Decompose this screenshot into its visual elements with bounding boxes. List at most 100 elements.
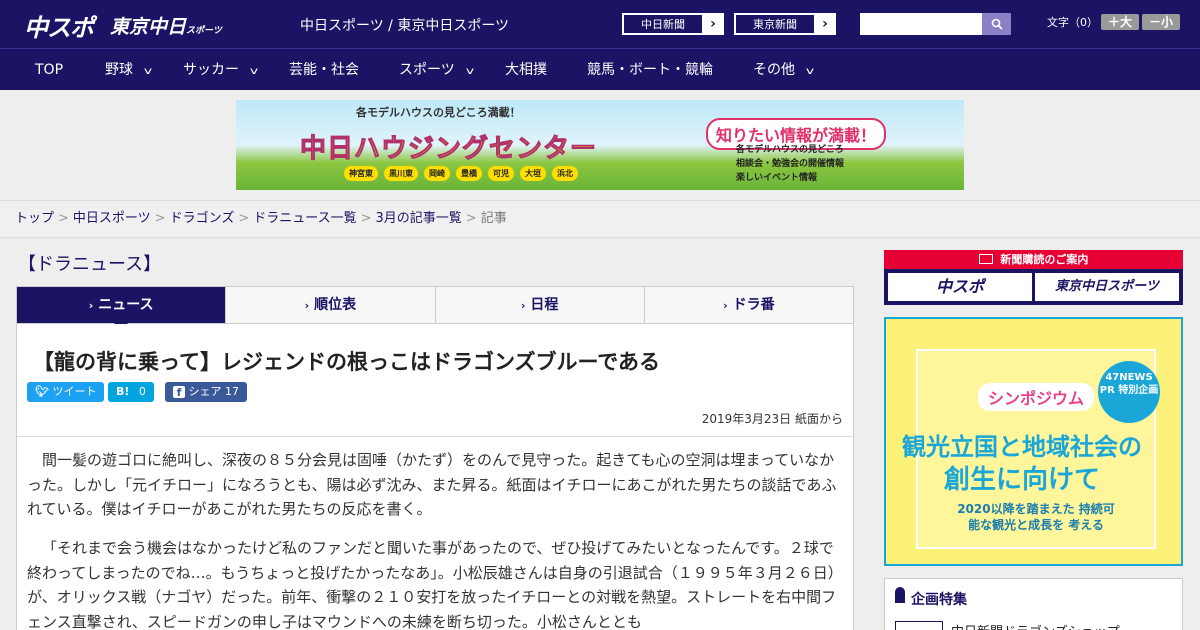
tab-dora-ban[interactable]: › ドラ番 [644, 287, 853, 323]
banner-bullet: 相談会・勉強会の開催情報 [736, 159, 845, 169]
site-header: 中スポ 東京中日スポーツ 中日スポーツ / 東京中日スポーツ 中日新聞 › 東京… [0, 0, 1200, 48]
town-badge: 豊橋 [456, 166, 482, 181]
nav-item-baseball[interactable]: 野球 v [105, 49, 153, 91]
article-paragraph: 間一髪の遊ゴロに絶叫し、深夜の８５分会見は固唾（かたず）をのんで見守った。起きて… [27, 451, 837, 518]
breadcrumb-link[interactable]: ドラニュース一覧 [253, 211, 356, 226]
breadcrumb-link[interactable]: 中日スポーツ [73, 211, 151, 226]
banner-town-list: 神宮東 黒川東 岡崎 豊橋 可児 大垣 浜北 [344, 166, 578, 181]
search-button[interactable] [982, 13, 1011, 35]
divider [17, 436, 853, 437]
twitter-icon: 🐦︎ [35, 385, 49, 398]
article-headline: 【龍の背に乗って】レジェンドの根っこはドラゴンズブルーである [33, 350, 661, 374]
tokyo-logo-text: 東京中日 [110, 16, 187, 38]
nav-label: 競馬・ボート・競輪 [587, 62, 713, 78]
search-icon [991, 18, 1003, 30]
town-badge: 浜北 [552, 166, 578, 181]
facebook-share-button[interactable]: f シェア 17 [165, 382, 247, 402]
facebook-share-label: シェア [188, 385, 222, 398]
hatena-bookmark-button[interactable]: B! 0 [108, 382, 154, 402]
feature-title: 企画特集 [911, 592, 967, 608]
facebook-share-count: 17 [225, 385, 239, 398]
ad-subtext: 2020以降を踏まえた 持続可能な観光と成長を 考える [957, 502, 1115, 532]
tokyo-chunichi-logo[interactable]: 東京中日スポーツ [110, 12, 222, 39]
chevron-down-icon: v [143, 66, 153, 77]
tab-label: 日程 [530, 297, 559, 313]
breadcrumb-separator: > [238, 211, 250, 226]
shop-thumbnail [895, 621, 943, 630]
site-name[interactable]: 中日スポーツ / 東京中日スポーツ [300, 15, 509, 35]
banner-bullet: 各モデルハウスの見どころ [736, 145, 844, 155]
tweet-label: ツイート [52, 385, 97, 398]
hatena-icon: B! [116, 385, 130, 398]
feature-box: 企画特集 中日新聞ドラゴンズショップ [884, 578, 1183, 630]
chevron-down-icon: v [465, 66, 474, 77]
tab-standings[interactable]: › 順位表 [226, 287, 436, 323]
font-size-down-button[interactable]: －小 [1142, 14, 1180, 30]
subscription-box: 新聞購読のご案内 中スポ 東京中日スポーツ [884, 250, 1183, 305]
breadcrumb: トップ > 中日スポーツ > ドラゴンズ > ドラニュース一覧 >3月の記事一覧 > 記事 [0, 200, 1200, 238]
chevron-right-icon: › [822, 16, 828, 32]
main-nav: TOP 野球 v サッカー v 芸能・社会 スポーツ v 大相撲 競馬・ボート・競輪 … [0, 48, 1200, 90]
font-size-label: 文字（0） [1047, 16, 1098, 29]
chuspo-subscribe-link[interactable]: 中スポ [888, 273, 1032, 301]
town-badge: 岡崎 [424, 166, 450, 181]
breadcrumb-separator: > [154, 211, 166, 226]
tokyo-shimbun-button[interactable]: 東京新聞 › [734, 13, 836, 35]
feature-item-link[interactable]: 中日新聞ドラゴンズショップ [951, 621, 1120, 630]
tab-label: ドラ番 [732, 297, 775, 313]
nav-label: 芸能・社会 [289, 62, 359, 78]
ad-headline-1: 観光立国と地域社会の [902, 433, 1142, 461]
nav-item-other[interactable]: その他 v [753, 49, 815, 91]
nav-label: 大相撲 [505, 62, 547, 78]
ad-pr-badge: 47NEWS PR 特別企画 [1098, 361, 1160, 423]
breadcrumb-link[interactable]: ドラゴンズ [170, 211, 235, 226]
town-badge: 大垣 [520, 166, 546, 181]
nav-item-sports[interactable]: スポーツ v [399, 49, 474, 91]
subscription-heading[interactable]: 新聞購読のご案内 [884, 250, 1183, 269]
article-paragraph: 「それまで会う機会はなかったけど私のファンだと聞いた事があったので、ぜひ投げてみ… [27, 539, 843, 630]
tokyo-logo-sub: スポーツ [186, 26, 222, 36]
search-input[interactable] [860, 13, 982, 35]
chuspo-logo[interactable]: 中スポ [24, 8, 94, 43]
tab-schedule[interactable]: › 日程 [435, 287, 645, 323]
nav-item-racing[interactable]: 競馬・ボート・競輪 [587, 49, 713, 91]
banner-subtitle: 各モデルハウスの見どころ満載！ [356, 106, 521, 119]
tourism-symposium-ad[interactable]: シンポジウム 47NEWS PR 特別企画 観光立国と地域社会の 創生に向けて … [884, 317, 1183, 566]
article-date: 2019年3月23日 紙面から [701, 412, 843, 426]
nav-item-soccer[interactable]: サッカー v [183, 49, 259, 91]
facebook-icon: f [173, 386, 185, 399]
breadcrumb-link[interactable]: トップ [15, 211, 54, 226]
article: 【龍の背に乗って】レジェンドの根っこはドラゴンズブルーである 🐦︎ ツイート B… [16, 324, 854, 630]
dragons-tab-bar: › ニュース › 順位表 › 日程 › ドラ番 [16, 286, 854, 331]
nav-label: 野球 [105, 62, 133, 78]
tab-label: 順位表 [314, 297, 357, 313]
nav-item-sumo[interactable]: 大相撲 [505, 49, 547, 91]
section-title: 【ドラニュース】 [18, 254, 162, 275]
nav-label: スポーツ [399, 62, 455, 78]
tab-news[interactable]: › ニュース [17, 287, 227, 331]
nav-label: サッカー [183, 62, 239, 78]
chevron-right-icon: › [88, 299, 94, 312]
chunichi-shimbun-button[interactable]: 中日新聞 › [622, 13, 724, 35]
subscription-heading-label: 新聞購読のご案内 [1000, 253, 1089, 266]
tweet-button[interactable]: 🐦︎ ツイート [27, 382, 105, 402]
ad-symposium-label: シンポジウム [978, 383, 1095, 411]
breadcrumb-separator: > [465, 211, 477, 226]
chevron-right-icon: › [710, 16, 716, 32]
chevron-right-icon: › [520, 299, 526, 312]
nav-label: TOP [35, 62, 64, 78]
font-size-up-button[interactable]: ＋大 [1101, 14, 1139, 30]
breadcrumb-current: 記事 [480, 211, 507, 226]
tokyo-chunichi-subscribe-link[interactable]: 東京中日スポーツ [1035, 273, 1179, 301]
breadcrumb-link[interactable]: 3月の記事一覧 [376, 211, 462, 226]
town-badge: 黒川東 [384, 166, 418, 181]
chevron-right-icon: › [304, 299, 310, 312]
nav-item-entertainment[interactable]: 芸能・社会 [289, 49, 359, 91]
chevron-down-icon: v [249, 66, 259, 77]
breadcrumb-separator: > [58, 211, 69, 226]
chevron-down-icon: v [805, 66, 815, 77]
housing-center-banner-ad[interactable]: 各モデルハウスの見どころ満載！ 中日ハウジングセンター 知りたい情報が満載！ 各… [236, 100, 964, 190]
ad-headline-2: 創生に向けて [944, 465, 1101, 495]
nav-label: その他 [753, 62, 795, 78]
nav-item-top[interactable]: TOP [35, 49, 63, 91]
